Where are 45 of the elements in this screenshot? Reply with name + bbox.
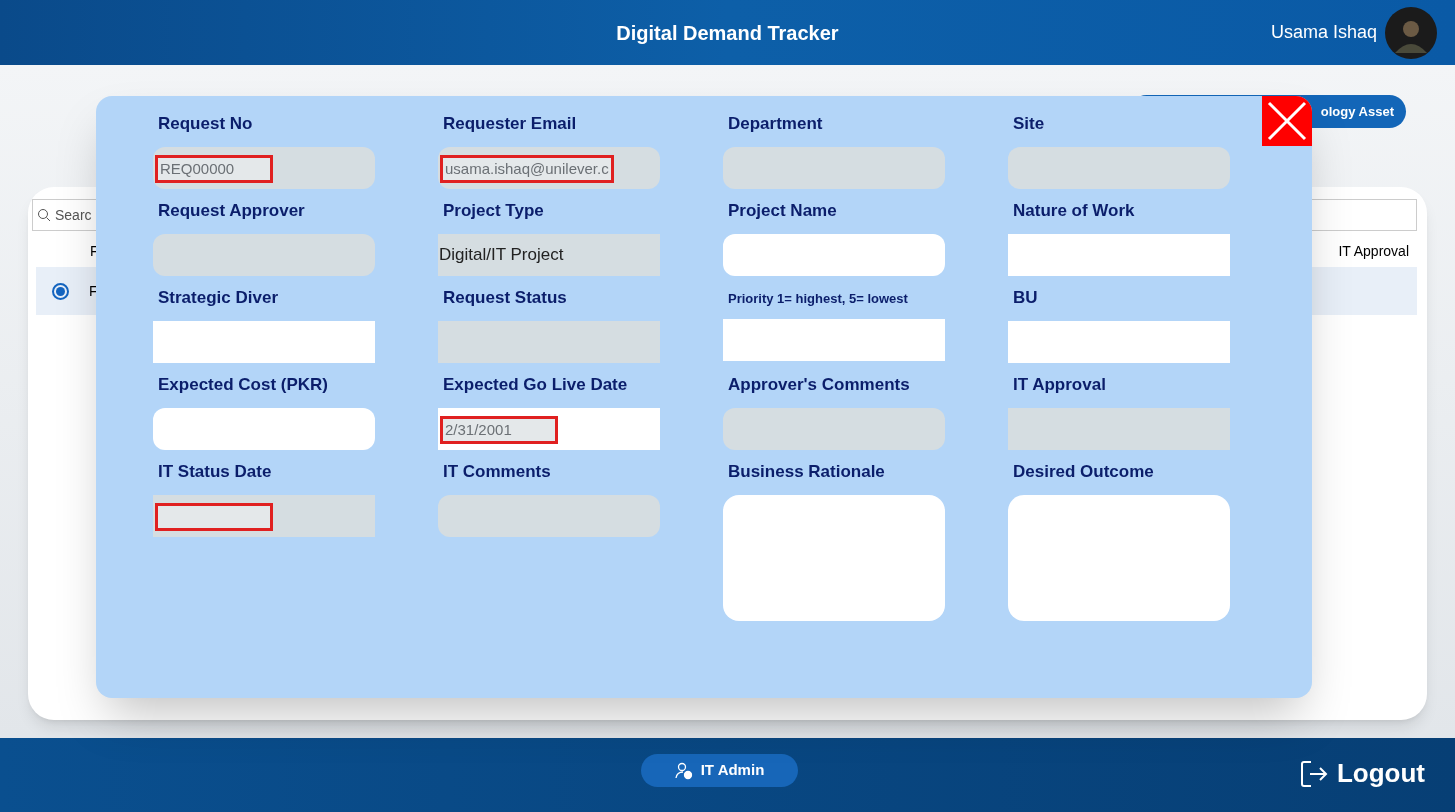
- input-field[interactable]: [723, 234, 945, 276]
- logout-icon: [1298, 758, 1329, 789]
- field-label: Priority 1= highest, 5= lowest: [727, 290, 909, 308]
- field-label: Approver's Comments: [727, 374, 911, 396]
- field-label: Project Type: [442, 200, 545, 222]
- app-title: Digital Demand Tracker: [616, 20, 839, 46]
- input-field[interactable]: [723, 495, 945, 621]
- field-label: Request Status: [442, 287, 568, 309]
- user-add-icon: [674, 761, 693, 780]
- field-label: Desired Outcome: [1012, 461, 1155, 483]
- input-field[interactable]: [1008, 321, 1230, 363]
- field-label: Strategic Diver: [157, 287, 279, 309]
- field-label: IT Approval: [1012, 374, 1107, 396]
- field-label: Site: [1012, 113, 1046, 135]
- radio-button[interactable]: [52, 282, 69, 300]
- field-label: Request Approver: [157, 200, 306, 222]
- field-label: Expected Cost (PKR): [157, 374, 330, 396]
- field-label: Project Name: [727, 200, 838, 222]
- search-icon: [37, 208, 51, 222]
- input-field[interactable]: [1008, 234, 1230, 276]
- field-value: 2/31/2001: [445, 419, 512, 440]
- avatar-icon[interactable]: [1385, 6, 1437, 59]
- user-name: Usama Ishaq: [1270, 21, 1377, 44]
- close-icon: [1267, 101, 1307, 141]
- logout-button[interactable]: Logout: [1298, 754, 1425, 793]
- field-label: Request No: [157, 113, 254, 135]
- field-label: IT Status Date: [157, 461, 273, 483]
- it-admin-button[interactable]: IT Admin: [641, 754, 798, 787]
- close-button[interactable]: [1262, 96, 1312, 146]
- field-value: Digital/IT Project: [438, 244, 564, 267]
- column-header: IT Approval: [1338, 242, 1409, 261]
- input-field[interactable]: 2/31/2001: [438, 408, 660, 450]
- field-label: Requester Email: [442, 113, 578, 135]
- field-label: Nature of Work: [1012, 200, 1136, 222]
- input-field[interactable]: [153, 408, 375, 450]
- field-label: Business Rationale: [727, 461, 886, 483]
- field-value: REQ00000: [160, 158, 235, 179]
- input-field[interactable]: [1008, 495, 1230, 621]
- field-value: usama.ishaq@unilever.c: [445, 158, 609, 179]
- field-label: BU: [1012, 287, 1039, 309]
- input-field[interactable]: [723, 319, 945, 361]
- field-label: Expected Go Live Date: [442, 374, 629, 396]
- input-field[interactable]: [153, 321, 375, 363]
- field-label: IT Comments: [442, 461, 552, 483]
- field-label: Department: [727, 113, 824, 135]
